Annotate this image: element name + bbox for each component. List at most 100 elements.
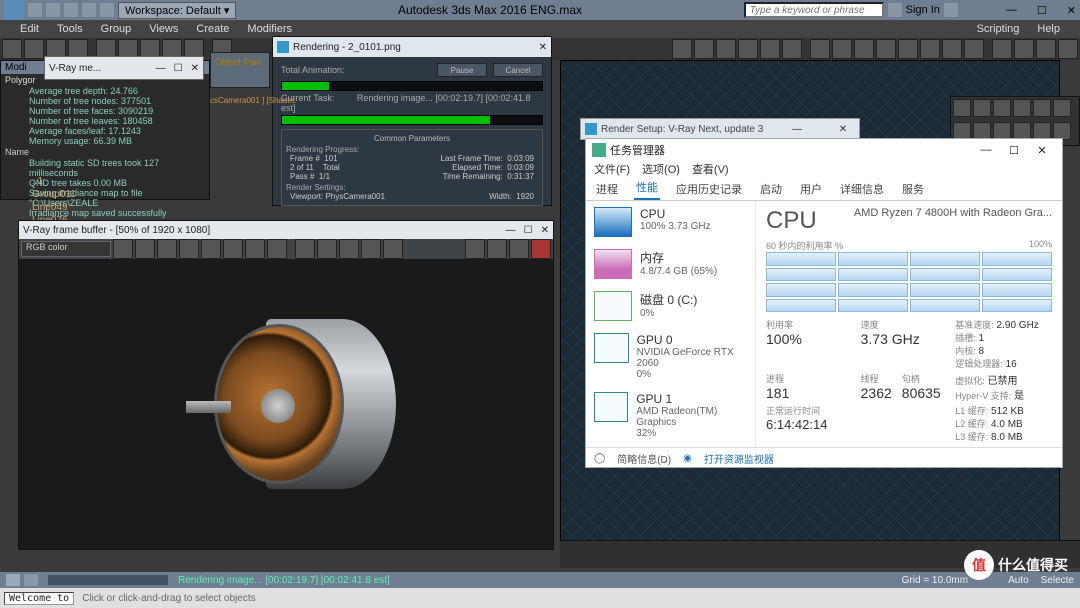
tm-titlebar[interactable]: 任务管理器 —☐✕	[586, 139, 1062, 161]
vfb-tool[interactable]	[245, 239, 265, 259]
menu-file[interactable]: 文件(F)	[594, 161, 630, 179]
tab-users[interactable]: 用户	[798, 181, 824, 200]
tab-performance[interactable]: 性能	[634, 179, 660, 200]
close-icon[interactable]: ✕	[831, 124, 855, 135]
tool-btn[interactable]	[738, 39, 758, 59]
sidebar-disk[interactable]: 磁盘 0 (C:)0%	[586, 285, 755, 327]
vfb-tool[interactable]	[135, 239, 155, 259]
maxscript-input[interactable]: Welcome to	[4, 592, 74, 605]
minimize-icon[interactable]: —	[156, 63, 166, 74]
tree-item[interactable]: ..1	[14, 175, 214, 188]
sidebar-gpu0[interactable]: GPU 0NVIDIA GeForce RTX 20600%	[586, 327, 755, 386]
menu-help[interactable]: Help	[1037, 23, 1060, 35]
channel-dropdown[interactable]: RGB color	[21, 241, 111, 257]
rendering-titlebar[interactable]: Rendering - 2_0101.png ✕	[273, 37, 551, 57]
tool-btn[interactable]	[716, 39, 736, 59]
maximize-icon[interactable]: ☐	[174, 63, 183, 74]
vfb-tool[interactable]	[157, 239, 177, 259]
cmd-btn[interactable]	[953, 99, 971, 117]
vfb-tool[interactable]	[383, 239, 403, 259]
tool-btn[interactable]	[964, 39, 984, 59]
vfb-stop-icon[interactable]	[531, 239, 551, 259]
vfb-tool[interactable]	[179, 239, 199, 259]
tool-btn[interactable]	[2, 39, 22, 59]
minimize-icon[interactable]: —	[785, 124, 809, 135]
tool-btn[interactable]	[672, 39, 692, 59]
vfb-titlebar[interactable]: V-Ray frame buffer - [50% of 1920 x 1080…	[19, 221, 553, 239]
tab-services[interactable]: 服务	[900, 181, 926, 200]
vfb-tool[interactable]	[201, 239, 221, 259]
tool-btn[interactable]	[920, 39, 940, 59]
signin-link[interactable]: Sign In	[906, 4, 940, 16]
tab-details[interactable]: 详细信息	[838, 181, 886, 200]
help-icon[interactable]	[944, 3, 958, 17]
cmd-btn[interactable]	[1033, 99, 1051, 117]
vfb-tool[interactable]	[223, 239, 243, 259]
render-setup-window[interactable]: Render Setup: V-Ray Next, update 3 —✕	[580, 118, 860, 140]
footer-detail-toggle[interactable]: 简略信息(D)	[617, 451, 671, 466]
vfb-tool[interactable]	[465, 239, 485, 259]
sidebar-gpu1[interactable]: GPU 1AMD Radeon(TM) Graphics32%	[586, 386, 755, 445]
tool-btn[interactable]	[898, 39, 918, 59]
collapse-icon[interactable]: ◯	[594, 453, 605, 464]
pause-button[interactable]: Pause	[437, 63, 487, 77]
menu-options[interactable]: 选项(O)	[642, 161, 680, 179]
menu-scripting[interactable]: Scripting	[977, 23, 1020, 35]
vfb-tool[interactable]	[295, 239, 315, 259]
open-resmon-link[interactable]: 打开资源监视器	[704, 451, 774, 466]
menu-edit[interactable]: Edit	[20, 23, 39, 35]
close-icon[interactable]: ✕	[539, 42, 547, 53]
tree-item[interactable]: Line049	[14, 201, 214, 214]
tool-btn[interactable]	[832, 39, 852, 59]
tool-btn[interactable]	[992, 39, 1012, 59]
cmd-btn[interactable]	[973, 99, 991, 117]
tool-btn[interactable]	[24, 39, 44, 59]
vfb-tool[interactable]	[317, 239, 337, 259]
menu-group[interactable]: Group	[101, 23, 132, 35]
open-icon[interactable]	[28, 3, 42, 17]
close-icon[interactable]: ✕	[1067, 4, 1076, 17]
search-input[interactable]	[744, 2, 884, 18]
vfb-tool[interactable]	[487, 239, 507, 259]
vfb-tool[interactable]	[339, 239, 359, 259]
tree-item[interactable]: Group011	[14, 188, 214, 201]
tool-btn[interactable]	[876, 39, 896, 59]
tool-btn[interactable]	[1014, 39, 1034, 59]
minimize-icon[interactable]: —	[1006, 4, 1017, 16]
tool-btn[interactable]	[1036, 39, 1056, 59]
maximize-icon[interactable]: ☐	[1000, 144, 1028, 157]
tab-history[interactable]: 应用历史记录	[674, 181, 744, 200]
tool-btn[interactable]	[1058, 39, 1078, 59]
search-icon[interactable]	[888, 3, 902, 17]
tab-processes[interactable]: 进程	[594, 181, 620, 200]
sidebar-cpu[interactable]: CPU100% 3.73 GHz	[586, 201, 755, 243]
redo-icon[interactable]	[82, 3, 96, 17]
close-icon[interactable]: ✕	[1028, 144, 1056, 157]
cancel-button[interactable]: Cancel	[493, 63, 543, 77]
render-canvas[interactable]	[19, 259, 553, 549]
save-icon[interactable]	[46, 3, 60, 17]
vfb-tool[interactable]	[113, 239, 133, 259]
menu-modifiers[interactable]: Modifiers	[247, 23, 292, 35]
menu-create[interactable]: Create	[196, 23, 229, 35]
vfb-tool[interactable]	[509, 239, 529, 259]
minimize-icon[interactable]: —	[506, 225, 516, 236]
minimize-icon[interactable]: —	[972, 144, 1000, 157]
menu-view[interactable]: 查看(V)	[692, 161, 729, 179]
tool-btn[interactable]	[854, 39, 874, 59]
vray-messages-window[interactable]: V-Ray me... —☐✕	[44, 56, 204, 80]
tab-startup[interactable]: 启动	[758, 181, 784, 200]
vfb-tool[interactable]	[267, 239, 287, 259]
menu-tools[interactable]: Tools	[57, 23, 83, 35]
link-icon[interactable]	[100, 3, 114, 17]
tool-btn[interactable]	[942, 39, 962, 59]
vfb-tool[interactable]	[361, 239, 381, 259]
track-bar[interactable]	[48, 575, 168, 585]
sidebar-memory[interactable]: 内存4.8/7.4 GB (65%)	[586, 243, 755, 285]
tool-btn[interactable]	[760, 39, 780, 59]
workspace-selector[interactable]: Workspace: Default ▾	[118, 2, 236, 19]
close-icon[interactable]: ✕	[191, 63, 199, 74]
tool-btn[interactable]	[810, 39, 830, 59]
undo-icon[interactable]	[64, 3, 78, 17]
cmd-btn[interactable]	[1053, 99, 1071, 117]
